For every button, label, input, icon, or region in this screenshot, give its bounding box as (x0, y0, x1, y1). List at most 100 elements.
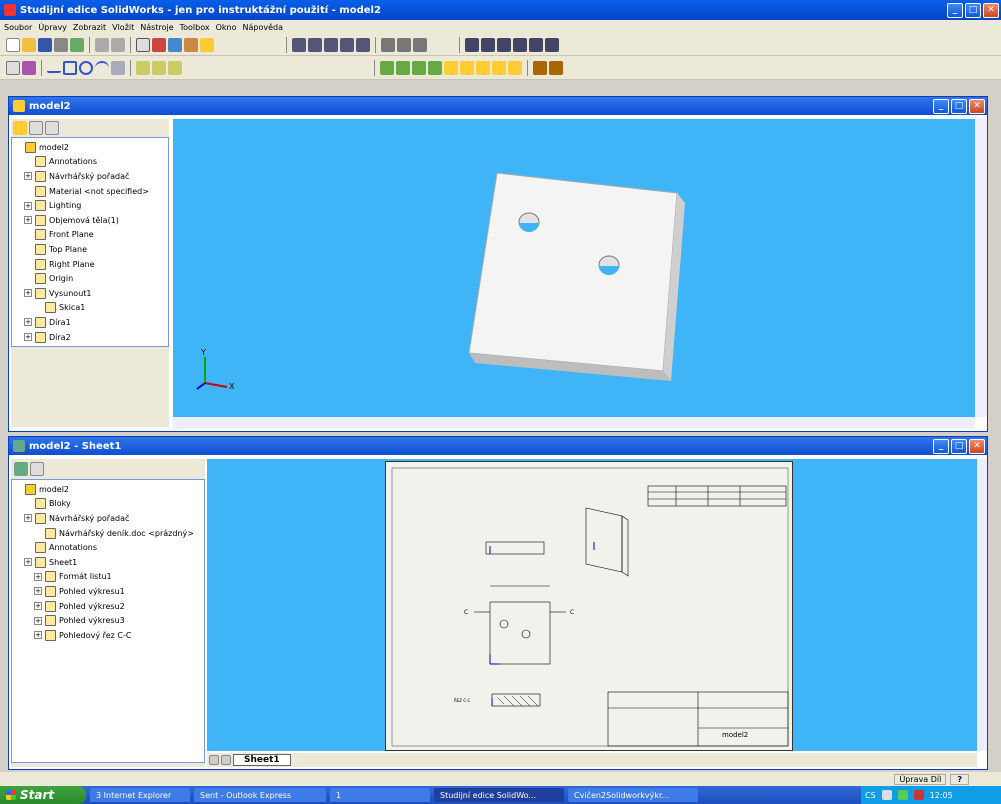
expand-icon[interactable]: + (34, 602, 42, 611)
offset-icon[interactable] (152, 60, 166, 75)
expand-icon[interactable]: + (34, 631, 42, 640)
menu-vlozit[interactable]: Vložit (112, 23, 134, 32)
rebuild-icon[interactable] (152, 37, 166, 52)
rotate-icon[interactable] (340, 37, 354, 52)
print-icon[interactable] (54, 37, 68, 52)
tray-network-icon[interactable] (897, 790, 908, 800)
part-minimize-button[interactable]: _ (933, 98, 949, 114)
chamfer-icon[interactable] (460, 60, 474, 75)
expand-icon[interactable]: + (24, 558, 32, 567)
part-horizontal-scrollbar[interactable] (173, 417, 975, 429)
grid-icon[interactable] (168, 37, 182, 52)
rectangle-icon[interactable] (63, 60, 77, 75)
help-icon[interactable] (200, 37, 214, 52)
reference-geometry-icon[interactable] (549, 60, 563, 75)
circle-icon[interactable] (79, 60, 93, 75)
tree-item[interactable]: Annotations (14, 155, 168, 170)
zoom-area-icon[interactable] (308, 37, 322, 52)
toolbox-icon[interactable] (184, 37, 198, 52)
open-icon[interactable] (22, 37, 36, 52)
arc-icon[interactable] (95, 60, 109, 75)
drawing-vertical-scrollbar[interactable] (977, 459, 987, 751)
tree-item[interactable]: + Návrhářský pořadač (14, 169, 168, 184)
mirror-icon[interactable] (136, 60, 150, 75)
hole-icon[interactable] (476, 60, 490, 75)
menu-nastroje[interactable]: Nástroje (140, 23, 173, 32)
tree-item[interactable]: + Pohled výkresu1 (14, 584, 204, 599)
tree-item[interactable]: + Návrhářský pořadač (14, 511, 204, 526)
tree-item[interactable]: + Sheet1 (14, 555, 204, 570)
maximize-button[interactable]: □ (965, 2, 981, 18)
trim-icon[interactable] (168, 60, 182, 75)
tree-item[interactable]: + Pohled výkresu3 (14, 613, 204, 628)
tree-item[interactable]: Bloky (14, 497, 204, 512)
drawing-minimize-button[interactable]: _ (933, 438, 949, 454)
view-top-icon[interactable] (529, 37, 543, 52)
tray-volume-icon[interactable] (881, 790, 892, 800)
status-help[interactable]: ? (950, 773, 969, 785)
revolve-icon[interactable] (396, 60, 410, 75)
tree-item[interactable]: Top Plane (14, 242, 168, 257)
close-button[interactable]: ✕ (983, 2, 999, 18)
expand-icon[interactable]: + (34, 616, 42, 625)
tree-item[interactable]: model2 (14, 482, 204, 497)
tree-item[interactable]: Origin (14, 271, 168, 286)
feature-tree-tab-icon[interactable] (13, 121, 27, 135)
view-iso-icon[interactable] (545, 37, 559, 52)
tree-item[interactable]: + Objemová těla(1) (14, 213, 168, 228)
select-icon[interactable] (136, 37, 150, 52)
shaded-icon[interactable] (413, 37, 427, 52)
view-back-icon[interactable] (481, 37, 495, 52)
tray-security-icon[interactable] (913, 790, 924, 800)
zoom-inout-icon[interactable] (324, 37, 338, 52)
property-manager-tab-icon[interactable] (29, 121, 43, 135)
sheet-next-arrow-icon[interactable] (221, 755, 231, 765)
expand-icon[interactable]: + (24, 318, 32, 327)
expand-icon[interactable]: + (24, 514, 32, 523)
wireframe-icon[interactable] (381, 37, 395, 52)
drawing-property-tab-icon[interactable] (30, 462, 44, 476)
tree-item[interactable]: + Pohled výkresu2 (14, 599, 204, 614)
tree-item[interactable]: + Pohledový řez C-C (14, 628, 204, 643)
tree-item[interactable]: Návrhářský deník.doc <prázdný> (14, 526, 204, 541)
menu-okno[interactable]: Okno (216, 23, 237, 32)
smart-dimension-icon[interactable] (22, 60, 36, 75)
part-restore-button[interactable]: □ (951, 98, 967, 114)
expand-icon[interactable]: + (24, 289, 32, 298)
taskbar-item-document[interactable]: Cvičen2Solidworkvýkr... (568, 788, 698, 802)
rib-icon[interactable] (508, 60, 522, 75)
tree-item[interactable]: Skica1 (14, 301, 168, 316)
language-indicator[interactable]: CS (865, 791, 876, 800)
hidden-lines-icon[interactable] (397, 37, 411, 52)
menu-zobrazit[interactable]: Zobrazit (73, 23, 106, 32)
line-icon[interactable] (47, 63, 61, 73)
view-front-icon[interactable] (465, 37, 479, 52)
tree-item[interactable]: Right Plane (14, 257, 168, 272)
new-icon[interactable] (6, 37, 20, 52)
expand-icon[interactable]: + (24, 172, 32, 181)
expand-icon[interactable]: + (24, 201, 32, 210)
extrude-icon[interactable] (380, 60, 394, 75)
sweep-icon[interactable] (412, 60, 426, 75)
sheet-tab-sheet1[interactable]: Sheet1 (233, 754, 291, 766)
pattern-icon[interactable] (533, 60, 547, 75)
options-icon[interactable] (70, 37, 84, 52)
taskbar-item-outlook[interactable]: Sent - Outlook Express (194, 788, 326, 802)
view-left-icon[interactable] (497, 37, 511, 52)
taskbar-item-ie[interactable]: 3 Internet Explorer (90, 788, 190, 802)
expand-icon[interactable]: + (24, 333, 32, 342)
tree-item[interactable]: Material <not specified> (14, 184, 168, 199)
view-right-icon[interactable] (513, 37, 527, 52)
tree-item[interactable]: + Díra2 (14, 330, 168, 345)
tree-item[interactable]: + Lighting (14, 198, 168, 213)
tree-item[interactable]: + Vysunout1 (14, 286, 168, 301)
tree-item[interactable]: + Formát listu1 (14, 570, 204, 585)
start-button[interactable]: Start (0, 786, 86, 804)
menu-napoveda[interactable]: Nápověda (243, 23, 284, 32)
spline-icon[interactable] (111, 60, 125, 75)
expand-icon[interactable]: + (34, 572, 42, 581)
expand-icon[interactable]: + (24, 216, 32, 225)
sheet-prev-arrow-icon[interactable] (209, 755, 219, 765)
menu-soubor[interactable]: Soubor (4, 23, 32, 32)
sketch-icon[interactable] (6, 60, 20, 75)
